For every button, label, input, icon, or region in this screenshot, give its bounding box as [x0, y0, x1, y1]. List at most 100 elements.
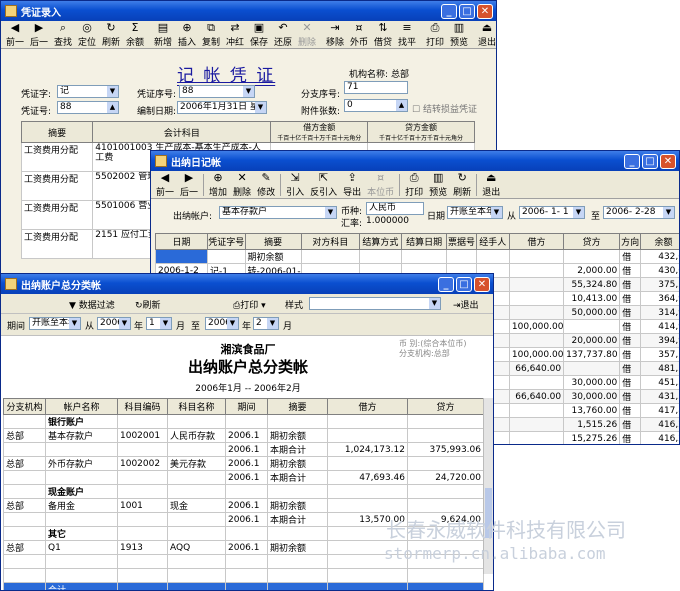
- toolbar-button-15[interactable]: ⇅ 借贷: [371, 21, 395, 48]
- summary-cell[interactable]: 工资费用分配: [20, 229, 94, 259]
- cash-account-select[interactable]: 基本存款户 ▼: [219, 206, 337, 219]
- table-row[interactable]: 总部 备用金 1001 现金 2006.1 期初余额: [3, 498, 484, 513]
- column-header[interactable]: 对方科目: [300, 233, 361, 250]
- minimize-button[interactable]: _: [438, 276, 454, 292]
- column-header[interactable]: 贷方: [563, 233, 621, 250]
- toolbar-button-9[interactable]: ⎙ 打印: [402, 171, 426, 198]
- toolbar-button-6[interactable]: ▤ 新增: [151, 21, 175, 48]
- date-field[interactable]: 2006年1月31日 星期二▼: [177, 101, 267, 114]
- currency-field[interactable]: 人民币: [366, 202, 424, 215]
- carry-checkbox[interactable]: ☐ 结转损益凭证: [412, 102, 477, 115]
- table-row[interactable]: [3, 554, 484, 569]
- minimize-button[interactable]: _: [441, 3, 457, 19]
- toolbar-button-0[interactable]: ◀ 前一: [153, 171, 177, 198]
- toolbar-button-1[interactable]: ▶ 后一: [27, 21, 51, 48]
- toolbar-button-12[interactable]: ⏏ 退出: [479, 171, 503, 198]
- table-row[interactable]: 银行账户: [3, 414, 484, 429]
- column-header[interactable]: 摘要: [267, 398, 328, 415]
- toolbar-button-13[interactable]: ⇥ 移除: [323, 21, 347, 48]
- vertical-scrollbar[interactable]: [483, 398, 493, 574]
- toolbar-button-12[interactable]: ✕ 删除: [295, 21, 319, 48]
- column-header[interactable]: 票据号: [446, 233, 477, 250]
- toolbar-button-2[interactable]: ⌕ 查找: [51, 21, 75, 48]
- toolbar-button-14[interactable]: ¤ 外币: [347, 21, 371, 48]
- table-row[interactable]: 2006.1 本期合计 1,024,173.12 375,993.06: [3, 442, 484, 457]
- toolbar-button-5[interactable]: ⇲ 引入: [283, 171, 307, 198]
- column-header[interactable]: 借方: [327, 398, 408, 415]
- toolbar-button-10[interactable]: ▥ 预览: [426, 171, 450, 198]
- toolbar-button-0[interactable]: ◀ 前一: [3, 21, 27, 48]
- column-header[interactable]: 经手人: [475, 233, 510, 250]
- column-header[interactable]: 方向: [619, 233, 642, 250]
- from-month-field[interactable]: 1 ▼: [146, 317, 172, 330]
- exit-button[interactable]: ⇥退出: [453, 298, 479, 311]
- toolbar-button-6[interactable]: ⇱ 反引入: [307, 171, 340, 198]
- toolbar-button-9[interactable]: ⇄ 冲红: [223, 21, 247, 48]
- voucher-type-field[interactable]: 记 ▼: [57, 85, 119, 98]
- column-header[interactable]: 摘要: [244, 233, 302, 250]
- print-button[interactable]: ⎙打印 ▾: [233, 298, 266, 311]
- toolbar-button-16[interactable]: ≡ 找平: [395, 21, 419, 48]
- from-year-field[interactable]: 2006 ▼: [97, 317, 131, 330]
- toolbar-button-19[interactable]: ⏏ 退出: [475, 21, 496, 48]
- toolbar-button-3[interactable]: ◎ 定位: [75, 21, 99, 48]
- to-year-field[interactable]: 2006 ▼: [205, 317, 239, 330]
- toolbar-button-5[interactable]: Σ 余额: [123, 21, 147, 48]
- column-header[interactable]: 贷方: [407, 398, 484, 415]
- toolbar-button-2[interactable]: ⊕ 增加: [206, 171, 230, 198]
- column-header[interactable]: 科目编码: [117, 398, 168, 415]
- to-month-field[interactable]: 2 ▼: [253, 317, 279, 330]
- period-select[interactable]: 开账至本年 ▼: [447, 206, 503, 219]
- column-header[interactable]: 分支机构: [3, 398, 46, 415]
- column-header[interactable]: 借方: [508, 233, 565, 250]
- summary-cell[interactable]: 工资费用分配: [20, 142, 94, 172]
- toolbar-button-11[interactable]: ↶ 还原: [271, 21, 295, 48]
- refresh-button[interactable]: ↻刷新: [135, 298, 161, 311]
- maximize-button[interactable]: □: [642, 153, 658, 169]
- column-header[interactable]: 余额: [640, 233, 679, 250]
- data-filter-button[interactable]: ▼ 数据过滤: [69, 298, 115, 311]
- close-button[interactable]: ✕: [477, 3, 493, 19]
- table-row[interactable]: 总部 外币存款户 1002002 美元存款 2006.1 期初余额: [3, 456, 484, 471]
- summary-cell[interactable]: 工资费用分配: [20, 200, 94, 230]
- close-button[interactable]: ✕: [474, 276, 490, 292]
- maximize-button[interactable]: □: [456, 276, 472, 292]
- table-row[interactable]: 期初余额 借432,6: [154, 249, 679, 264]
- minimize-button[interactable]: _: [624, 153, 640, 169]
- column-header[interactable]: 帐户名称: [45, 398, 118, 415]
- table-row[interactable]: 2006.1 本期合计 47,693.46 24,720.00: [3, 470, 484, 485]
- scrollbar-thumb[interactable]: [485, 488, 492, 538]
- period-select[interactable]: 开账至本年 ▼: [29, 317, 81, 330]
- column-header[interactable]: 结算日期: [400, 233, 448, 250]
- branch-seq-field[interactable]: 71: [344, 81, 408, 94]
- toolbar-button-8[interactable]: ⧉ 复制: [199, 21, 223, 48]
- summary-cell[interactable]: 工资费用分配: [20, 171, 94, 201]
- column-header[interactable]: 科目名称: [167, 398, 226, 415]
- toolbar-button-7[interactable]: ⇪ 导出: [340, 171, 364, 198]
- attach-field[interactable]: 0 ▲: [344, 99, 408, 112]
- column-header[interactable]: 日期: [154, 233, 209, 250]
- table-row[interactable]: 总部 Q1 1913 AQQ 2006.1 期初余额: [3, 540, 484, 555]
- column-header[interactable]: 期间: [225, 398, 268, 415]
- toolbar-button-3[interactable]: ✕ 删除: [230, 171, 254, 198]
- from-date-field[interactable]: 2006- 1- 1 ▼: [519, 206, 585, 219]
- table-row[interactable]: 其它: [3, 526, 484, 541]
- toolbar-button-4[interactable]: ↻ 刷新: [99, 21, 123, 48]
- column-header[interactable]: 结算方式: [359, 233, 402, 250]
- table-row[interactable]: 现金账户: [3, 484, 484, 499]
- table-row[interactable]: 2006.1 本期合计 13,570.00 9,624.00: [3, 512, 484, 527]
- toolbar-button-1[interactable]: ▶ 后一: [177, 171, 201, 198]
- toolbar-button-18[interactable]: ▥ 预览: [447, 21, 471, 48]
- voucher-no-field[interactable]: 88 ▲: [57, 101, 119, 114]
- toolbar-button-4[interactable]: ✎ 修改: [254, 171, 278, 198]
- style-select[interactable]: ▼: [309, 297, 441, 310]
- voucher-seq-field[interactable]: 88 ▼: [179, 85, 255, 98]
- table-row[interactable]: [3, 568, 484, 583]
- table-row[interactable]: 总部 基本存款户 1002001 人民币存款 2006.1 期初余额: [3, 428, 484, 443]
- toolbar-button-8[interactable]: ¤ 本位币: [364, 171, 397, 198]
- toolbar-button-11[interactable]: ↻ 刷新: [450, 171, 474, 198]
- toolbar-button-10[interactable]: ▣ 保存: [247, 21, 271, 48]
- to-date-field[interactable]: 2006- 2-28 ▼: [603, 206, 675, 219]
- toolbar-button-17[interactable]: ⎙ 打印: [423, 21, 447, 48]
- maximize-button[interactable]: □: [459, 3, 475, 19]
